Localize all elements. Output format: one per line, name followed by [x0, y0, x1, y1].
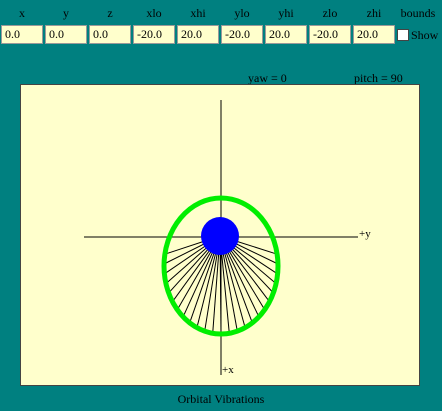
label-x: x — [19, 6, 25, 20]
yhi-field[interactable] — [265, 25, 307, 44]
view-panel[interactable]: +y +x — [20, 84, 420, 386]
label-yhi: yhi — [278, 6, 294, 20]
x-field[interactable] — [1, 25, 43, 44]
label-xhi: xhi — [190, 6, 206, 20]
y-axis-label: +y — [359, 228, 371, 240]
y-field[interactable] — [45, 25, 87, 44]
label-xlo: xlo — [146, 6, 162, 20]
label-zlo: zlo — [322, 6, 338, 20]
show-bounds-label: Show — [411, 28, 439, 42]
show-bounds-checkbox[interactable] — [397, 29, 409, 41]
x-axis-label: +x — [222, 364, 234, 376]
zhi-field[interactable] — [353, 25, 395, 44]
applet-caption: Orbital Vibrations — [177, 392, 265, 406]
label-z: z — [107, 6, 113, 20]
label-zhi: zhi — [366, 6, 382, 20]
ylo-field[interactable] — [221, 25, 263, 44]
label-bounds: bounds — [400, 6, 436, 20]
zlo-field[interactable] — [309, 25, 351, 44]
xhi-field[interactable] — [177, 25, 219, 44]
central-body — [201, 217, 239, 255]
label-ylo: ylo — [234, 6, 250, 20]
z-field[interactable] — [89, 25, 131, 44]
xlo-field[interactable] — [133, 25, 175, 44]
orbit-canvas[interactable]: +y +x — [21, 85, 419, 385]
label-y: y — [63, 6, 69, 20]
